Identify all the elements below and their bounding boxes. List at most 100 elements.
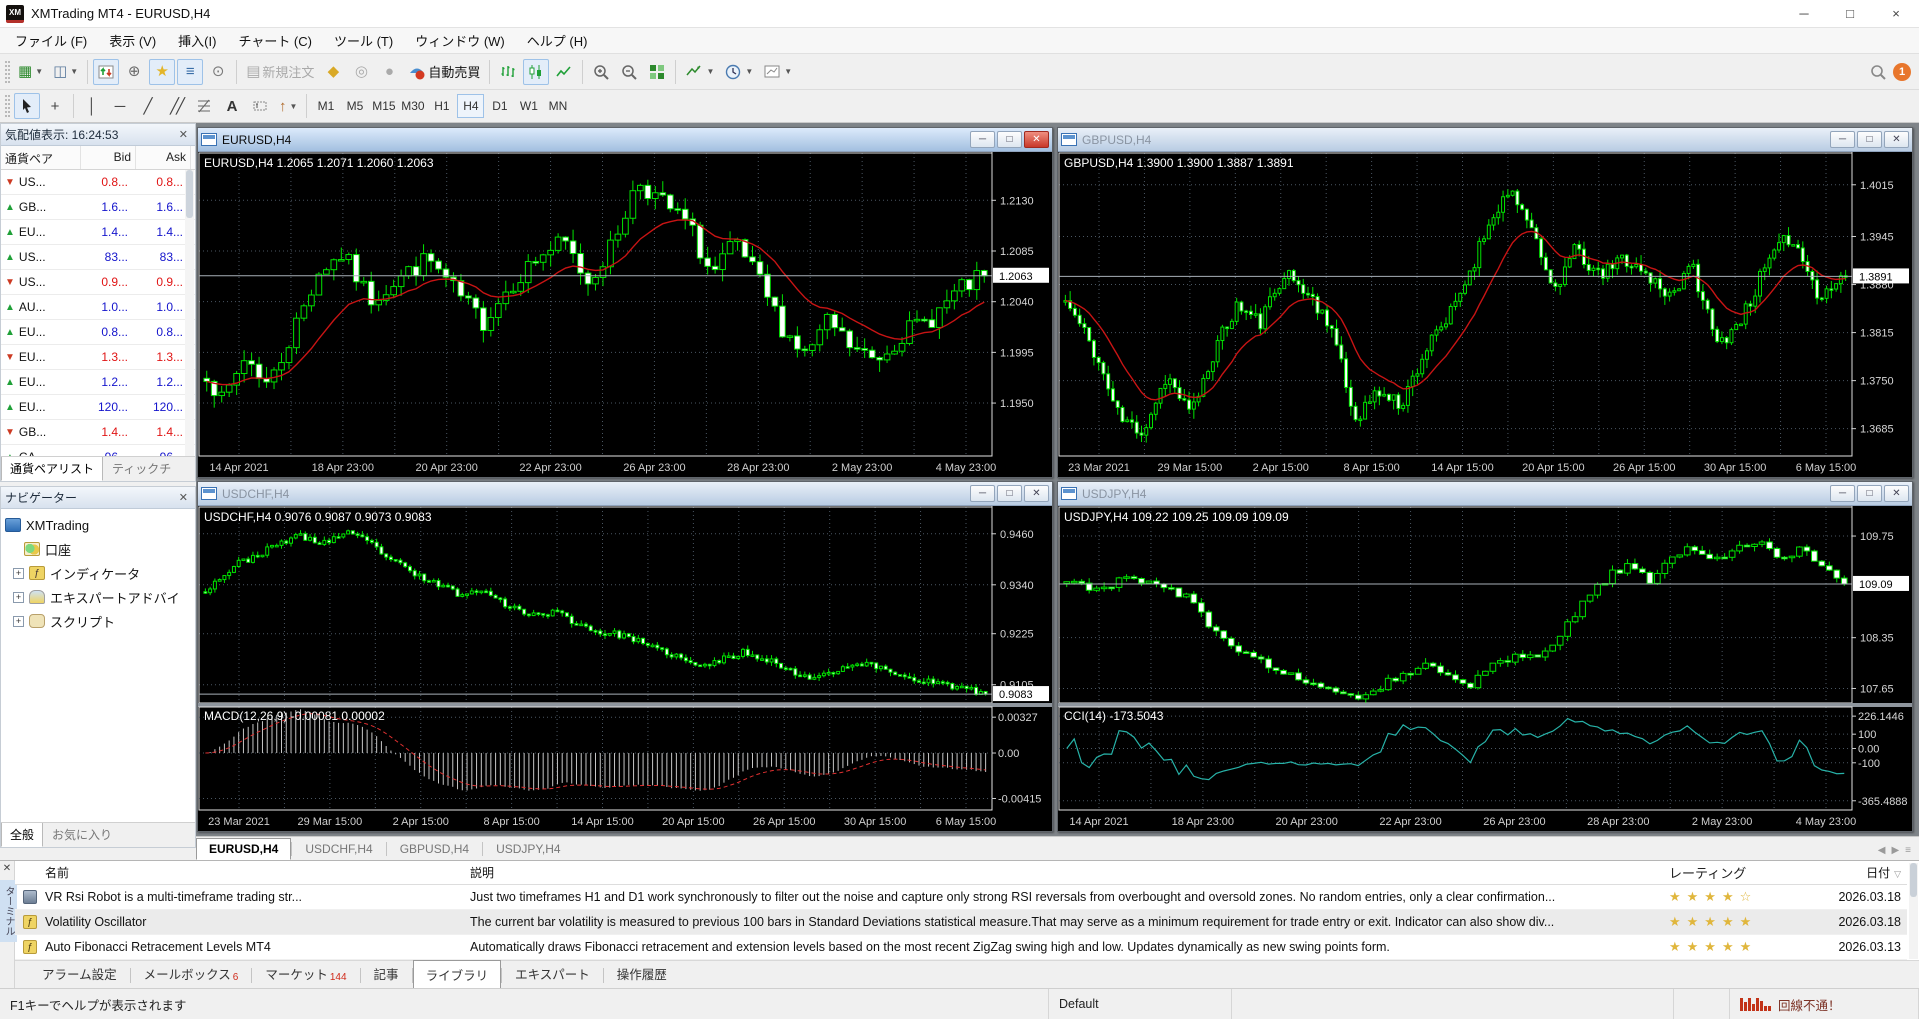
navigator-item[interactable]: + ƒ インディケータ [5,561,195,585]
terminal-scrollbar[interactable] [1909,863,1918,959]
timeframe-button-h1[interactable]: H1 [428,94,455,118]
minimize-icon[interactable]: ─ [970,131,995,148]
column-header[interactable]: Bid [81,146,136,169]
chart-canvas[interactable]: 1.2130 1.2085 1.2040 1.1995 1.1950 1.2063 14 A… [198,152,1052,477]
close-icon[interactable]: ✕ [1024,485,1049,502]
navigator-item[interactable]: + エキスパートアドバイザ [5,585,195,609]
close-icon[interactable]: ✕ [176,491,191,504]
toolbar-grip[interactable] [5,60,10,83]
close-icon[interactable]: × [1873,0,1919,27]
terminal-tab[interactable]: 記事 [361,959,412,988]
close-icon[interactable]: ✕ [1884,131,1909,148]
maximize-icon[interactable]: □ [1827,0,1873,27]
timeframe-button-mn[interactable]: MN [544,94,571,118]
new-chart-button[interactable]: ▦ ▼ [14,59,47,85]
chart-title-bar[interactable]: GBPUSD,H4 ─ □ ✕ [1058,128,1912,152]
fibonacci-button[interactable] [191,93,217,119]
column-header-date[interactable]: 日付 ▽ [1819,864,1907,881]
minimize-icon[interactable]: ─ [1830,131,1855,148]
menu-item[interactable]: 挿入(I) [167,28,227,53]
chart-canvas[interactable]: 1.4015 1.3945 1.3880 1.3815 1.3750 1.3685 1.38… [1058,152,1912,477]
toolbar-grip[interactable] [5,95,10,117]
scroll-right-icon[interactable]: ▶ [1891,845,1899,856]
terminal-tab[interactable]: ライブラリ [412,960,502,989]
minimize-icon[interactable]: ─ [1781,0,1827,27]
close-icon[interactable]: ✕ [1024,131,1049,148]
library-row[interactable]: ƒ Auto Fibonacci Retracement Levels MT4 Au… [15,935,1907,960]
new-order-button[interactable]: ▤ 新規注文 [242,59,318,85]
horizontal-line-button[interactable]: ─ [107,93,133,119]
cursor-button[interactable] [14,93,40,119]
chart-tab[interactable]: USDCHF,H4 [292,838,385,860]
chart-title-bar[interactable]: USDJPY,H4 ─ □ ✕ [1058,482,1912,506]
autotrading-button[interactable]: 自動売買 [404,59,484,85]
market-watch-row[interactable]: ▲ EU... 1.4... 1.4... [1,220,195,245]
navigator-toggle[interactable]: ≡ [177,58,204,85]
terminal-tab[interactable]: エキスパート [502,959,603,988]
close-icon[interactable]: ✕ [1884,485,1909,502]
crosshair-window-button[interactable]: ⊕ [121,59,147,85]
restore-icon[interactable]: □ [997,485,1022,502]
menu-item[interactable]: チャート (C) [227,28,323,53]
status-profile[interactable]: Default [1049,989,1232,1019]
chart-canvas[interactable]: 109.75 108.35 107.65 109.09 226.1446 100 0.00 -… [1058,506,1912,831]
indicators-button[interactable]: ▼ [681,59,718,85]
menu-item[interactable]: ツール (T) [323,28,404,53]
market-watch-row[interactable]: ▲ EU... 0.8... 0.8... [1,320,195,345]
expand-icon[interactable]: + [13,591,24,603]
market-watch-tab[interactable]: ティックチ [103,457,180,481]
scrollbar-thumb[interactable] [1910,863,1917,897]
scroll-left-icon[interactable]: ◀ [1878,845,1886,856]
timeframe-button-m30[interactable]: M30 [399,94,426,118]
column-header-name[interactable]: 名前 [15,864,470,881]
favorites-button[interactable]: ★ [149,58,176,85]
timeframe-button-m5[interactable]: M5 [341,94,368,118]
profiles-button[interactable]: ◫ ▼ [49,59,82,85]
market-watch-scrollbar[interactable] [185,170,194,456]
terminal-tab[interactable]: メールボックス 6 [131,959,252,988]
restore-icon[interactable]: □ [1857,485,1882,502]
scrollbar-thumb[interactable] [186,170,193,218]
strategy-tester-button[interactable]: ⊙ [205,59,231,85]
market-watch-row[interactable]: ▲ US... 83... 83... [1,245,195,270]
market-watch-row[interactable]: ▼ US... 0.8... 0.8... [1,170,195,195]
expand-icon[interactable]: + [13,567,24,579]
chart-title-bar[interactable]: USDCHF,H4 ─ □ ✕ [198,482,1052,506]
terminal-tab[interactable]: アラーム設定 [29,959,130,988]
candlestick-button[interactable] [523,58,550,85]
navigator-titlebar[interactable]: ナビゲーター ✕ [1,487,195,509]
terminal-tab[interactable]: マーケット 144 [252,959,359,988]
window-list-icon[interactable]: ≡ [1905,845,1911,856]
column-header[interactable]: Ask [136,146,191,169]
navigator-root[interactable]: XMTrading [5,513,195,537]
chart-title-bar[interactable]: EURUSD,H4 ─ □ ✕ [198,128,1052,152]
timeframe-button-h4[interactable]: H4 [457,94,485,118]
chart-tab[interactable]: USDJPY,H4 [483,838,573,860]
templates-button[interactable]: ▼ [759,59,796,85]
signals-button[interactable]: ● [376,59,402,85]
navigator-item[interactable]: + スクリプト [5,609,195,633]
minimize-icon[interactable]: ─ [1830,485,1855,502]
menu-item[interactable]: 表示 (V) [98,28,167,53]
chart-window-eurusd[interactable]: EURUSD,H4 ─ □ ✕ 1.2130 1.2085 1.2040 1.1995 1.19… [197,127,1053,478]
library-row[interactable]: ƒ Volatility Oscillator The current bar vo… [15,910,1907,935]
navigator-item[interactable]: 口座 [5,537,195,561]
menu-item[interactable]: ヘルプ (H) [516,28,599,53]
metaeditor-button[interactable]: ◆ [320,59,346,85]
menu-item[interactable]: ウィンドウ (W) [404,28,516,53]
chart-canvas[interactable]: 0.9460 0.9340 0.9225 0.9105 0.9083 0.00327 0.0… [198,506,1052,831]
timeframe-button-m15[interactable]: M15 [370,94,397,118]
trendline-button[interactable]: ╱ [135,93,161,119]
periods-button[interactable]: ▼ [720,59,757,85]
chart-tab[interactable]: EURUSD,H4 [196,838,292,860]
column-header[interactable]: 通貨ペア [1,146,81,169]
text-button[interactable]: A [219,93,245,119]
navigator-tab[interactable]: 全般 [1,823,44,847]
close-icon[interactable]: ✕ [0,861,14,874]
timeframe-button-d1[interactable]: D1 [486,94,513,118]
navigator-tab[interactable]: お気に入り [43,823,121,847]
market-watch-row[interactable]: ▼ GB... 1.4... 1.4... [1,420,195,445]
market-watch-row[interactable]: ▼ US... 0.9... 0.9... [1,270,195,295]
column-header-rating[interactable]: レーティング [1669,863,1819,882]
chart-window-usdjpy[interactable]: USDJPY,H4 ─ □ ✕ 109.75 108.35 107.65 109.09 226.… [1057,481,1913,832]
